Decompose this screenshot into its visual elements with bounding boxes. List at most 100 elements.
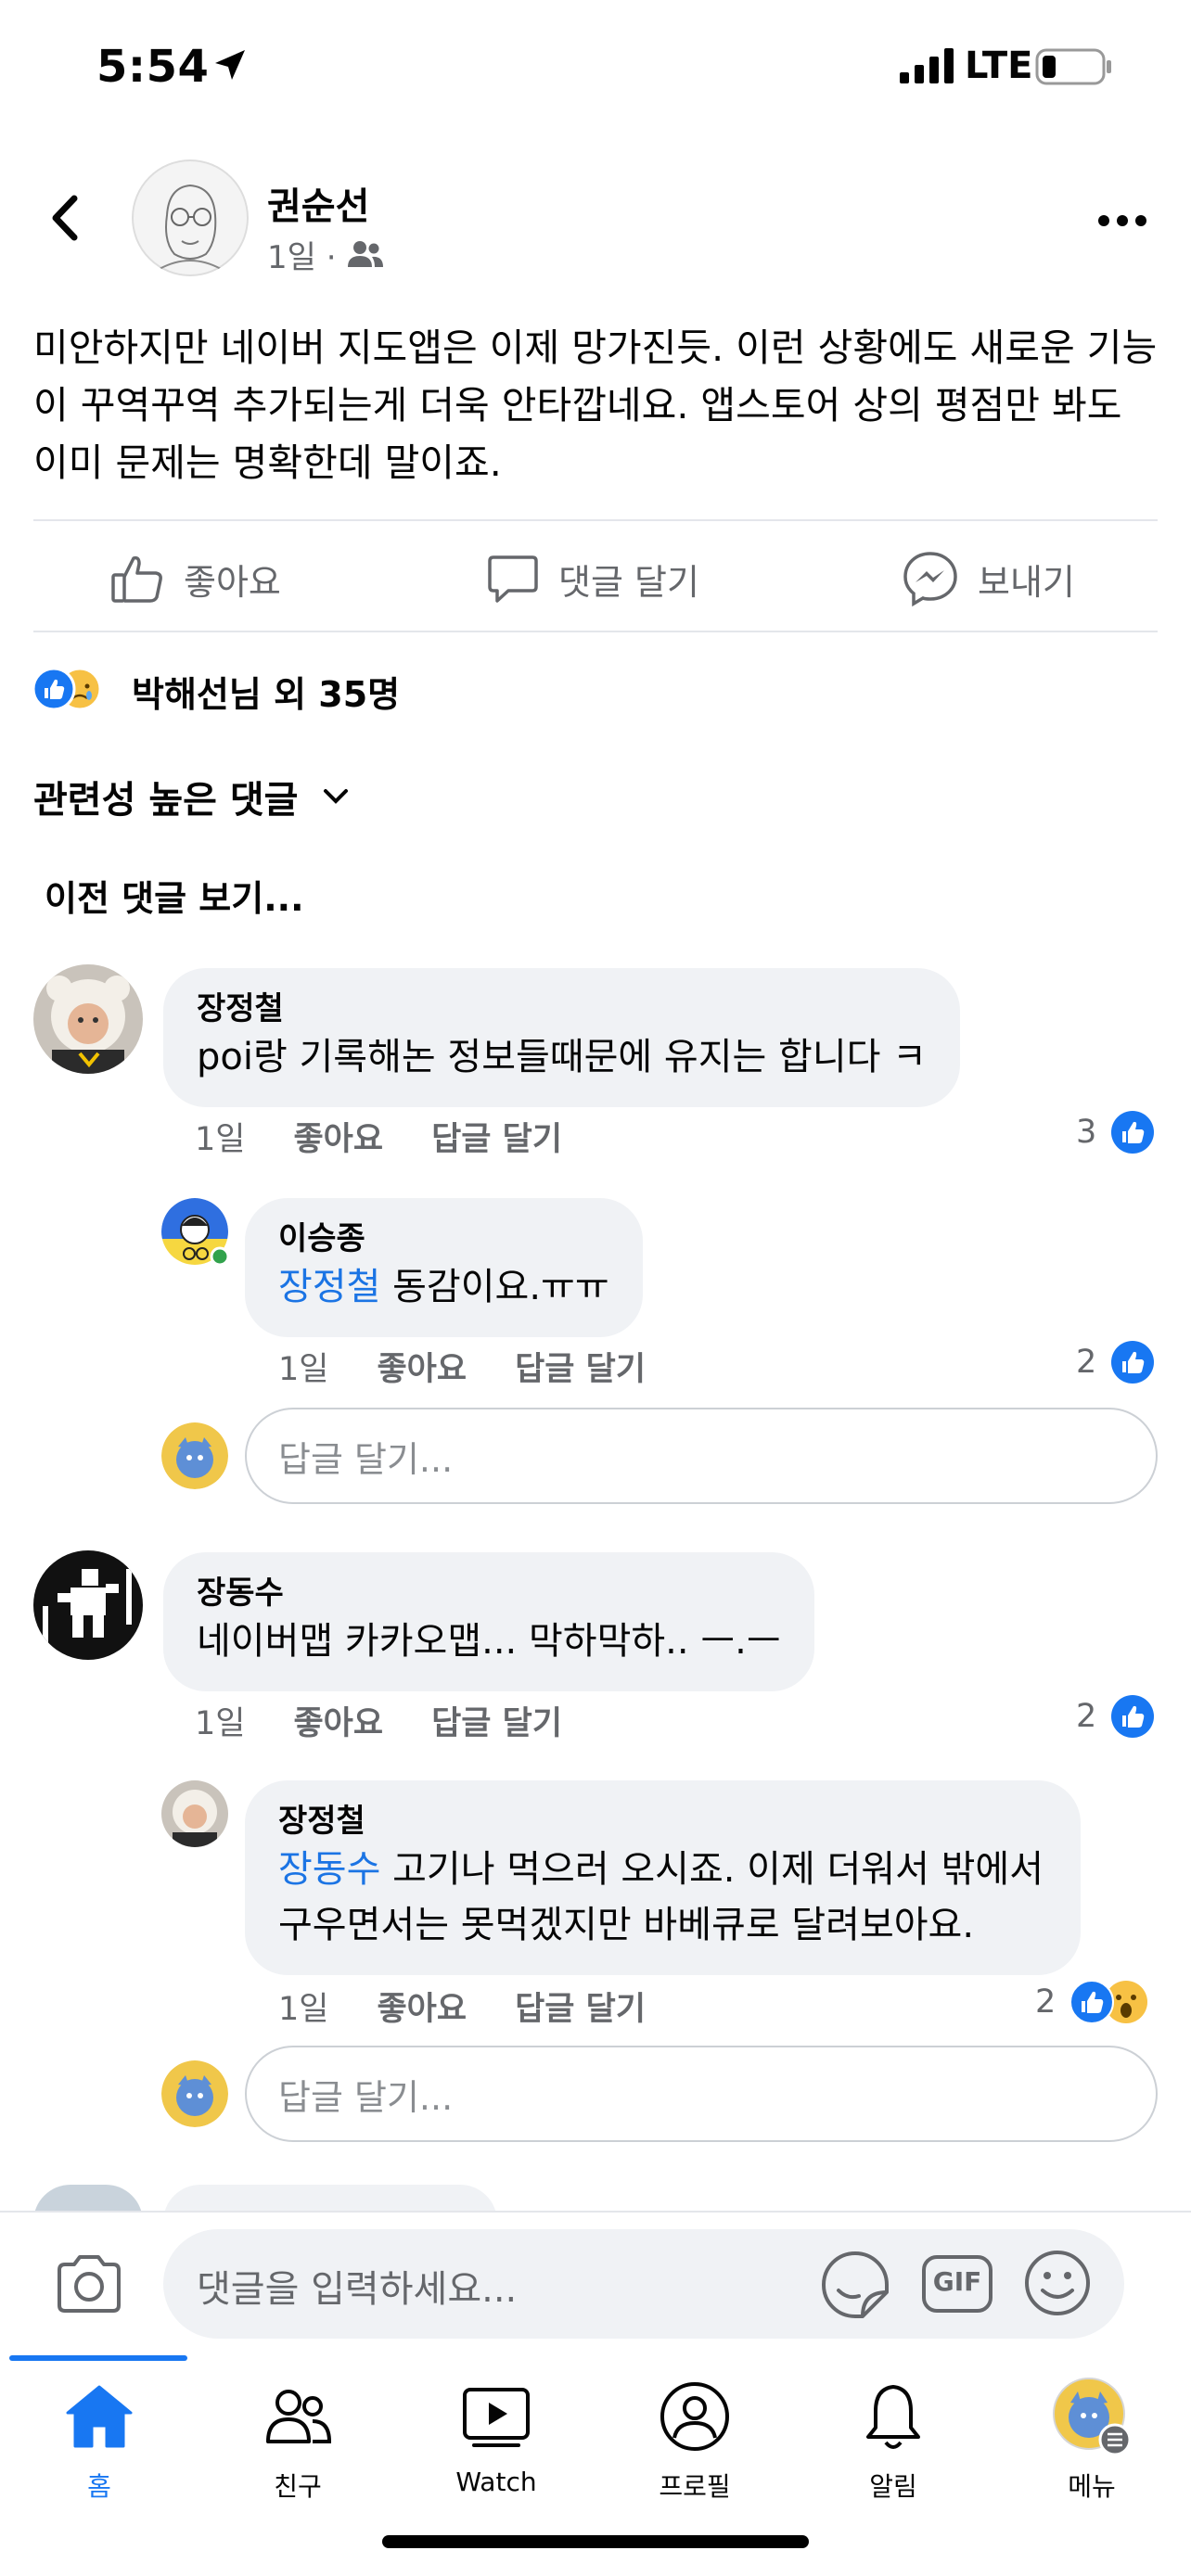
comment-like-link[interactable]: 좋아요 bbox=[377, 1983, 467, 2030]
gif-label: GIF bbox=[932, 2266, 982, 2297]
reaction-icons[interactable] bbox=[32, 666, 134, 712]
reaction-summary[interactable]: 박해선님 외 35명 bbox=[132, 666, 400, 717]
divider bbox=[33, 519, 1158, 521]
reply-input[interactable]: 답글 달기... bbox=[245, 1408, 1158, 1504]
comment-like-link[interactable]: 좋아요 bbox=[293, 1697, 383, 1744]
comment-age: 1일 bbox=[195, 1705, 246, 1742]
network-label: LTE bbox=[965, 45, 1033, 87]
send-label: 보내기 bbox=[978, 561, 1075, 603]
home-indicator bbox=[382, 2535, 809, 2548]
comment-bubble: 장동수 네이버맵 카카오맵... 막하막하.. ㅡ.ㅡ bbox=[163, 1552, 814, 1691]
commenter-avatar[interactable] bbox=[33, 1550, 143, 1660]
comment-like-link[interactable]: 좋아요 bbox=[293, 1113, 383, 1160]
commenter-avatar[interactable] bbox=[33, 964, 143, 1074]
signal-icon bbox=[900, 48, 954, 83]
comment-like-count[interactable]: 3 bbox=[1076, 1109, 1156, 1155]
blue-creature-avatar-icon bbox=[161, 1422, 228, 1489]
comment-reply-link[interactable]: 답글 달기 bbox=[431, 1113, 562, 1160]
my-avatar bbox=[161, 1422, 228, 1489]
tab-home[interactable]: 홈 bbox=[0, 2372, 198, 2504]
like-count-value: 3 bbox=[1076, 1114, 1097, 1151]
commenter-avatar[interactable] bbox=[161, 1780, 228, 1847]
camera-icon[interactable] bbox=[54, 2251, 124, 2316]
reply-placeholder: 답글 달기... bbox=[278, 1438, 454, 1480]
sticker-icon[interactable] bbox=[820, 2250, 890, 2320]
emoji-icon[interactable] bbox=[1022, 2248, 1093, 2318]
comment-text-line1: 고기나 먹으러 오시죠. 이제 더워서 밖에서 bbox=[380, 1848, 1044, 1891]
tab-label: 친구 bbox=[274, 2471, 322, 2502]
commenter-name[interactable]: 장정철 bbox=[197, 988, 927, 1029]
comment-like-count[interactable]: 2 bbox=[1035, 1979, 1152, 2025]
back-button[interactable] bbox=[37, 185, 93, 250]
comment-text-body: 동감이요.ㅠㅠ bbox=[380, 1266, 609, 1308]
mention-link[interactable]: 장동수 bbox=[278, 1848, 380, 1891]
comment-age: 1일 bbox=[278, 1351, 329, 1388]
like-count-value: 2 bbox=[1035, 1983, 1057, 2021]
like-reaction-icon bbox=[1111, 1341, 1155, 1384]
comment-label: 댓글 달기 bbox=[558, 561, 699, 603]
thumbs-up-icon bbox=[111, 555, 162, 603]
tab-label: 메뉴 bbox=[1068, 2471, 1116, 2502]
comment-placeholder: 댓글을 입력하세요... bbox=[197, 2268, 518, 2311]
gif-button[interactable]: GIF bbox=[920, 2251, 994, 2316]
comment-like-count[interactable]: 2 bbox=[1076, 1339, 1156, 1385]
view-previous-comments[interactable]: 이전 댓글 보기... bbox=[45, 870, 304, 921]
location-arrow-icon bbox=[215, 50, 245, 80]
tab-friends[interactable]: 친구 bbox=[198, 2372, 397, 2504]
friends-audience-icon bbox=[348, 241, 383, 267]
comment-reply-link[interactable]: 답글 달기 bbox=[431, 1697, 562, 1744]
comment-bubble: 이승종 장정철 동감이요.ㅠㅠ bbox=[245, 1198, 643, 1337]
tab-label: Watch bbox=[455, 2467, 537, 2497]
mention-link[interactable]: 장정철 bbox=[278, 1266, 380, 1308]
reply-input[interactable]: 답글 달기... bbox=[245, 2046, 1158, 2142]
sort-label: 관련성 높은 댓글 bbox=[33, 779, 299, 822]
profile-icon bbox=[660, 2382, 729, 2451]
comment-bubble-icon bbox=[488, 555, 538, 603]
comment-reply-link[interactable]: 답글 달기 bbox=[515, 1983, 646, 2030]
comment-sort-dropdown[interactable]: 관련성 높은 댓글 bbox=[33, 770, 350, 823]
reply-placeholder: 답글 달기... bbox=[278, 2076, 454, 2118]
comment-meta: 1일 좋아요 답글 달기 bbox=[278, 1983, 694, 2030]
send-button[interactable]: 보내기 bbox=[902, 542, 1075, 616]
post-age: 1일 bbox=[267, 239, 316, 276]
comment-text-line2: 구우면서는 못먹겠지만 바베큐로 달려보아요. bbox=[278, 1904, 975, 1946]
author-avatar[interactable] bbox=[132, 159, 249, 276]
tab-label: 프로필 bbox=[659, 2471, 731, 2502]
tab-notifications[interactable]: 알림 bbox=[794, 2372, 992, 2504]
commenter-name[interactable]: 장동수 bbox=[197, 1573, 781, 1613]
child-photo-icon bbox=[33, 964, 143, 1074]
comment-bubble: 장정철 장동수 고기나 먹으러 오시죠. 이제 더워서 밖에서 구우면서는 못먹… bbox=[245, 1780, 1082, 1975]
comment-text: poi랑 기록해논 정보들때문에 유지는 합니다 ㅋ bbox=[197, 1036, 927, 1078]
commenter-name[interactable]: 장정철 bbox=[278, 1801, 1044, 1842]
child-photo-icon bbox=[161, 1780, 228, 1847]
my-avatar bbox=[161, 2060, 228, 2127]
comment-like-link[interactable]: 좋아요 bbox=[377, 1343, 467, 1390]
like-label: 좋아요 bbox=[184, 561, 281, 603]
like-wow-reaction-icons bbox=[1069, 1980, 1148, 2024]
like-button[interactable]: 좋아요 bbox=[109, 542, 281, 616]
battery-icon bbox=[1035, 48, 1111, 85]
blue-creature-avatar-icon bbox=[161, 2060, 228, 2127]
comment-reply-link[interactable]: 답글 달기 bbox=[515, 1343, 646, 1390]
tab-watch[interactable]: Watch bbox=[397, 2372, 596, 2497]
tab-profile[interactable]: 프로필 bbox=[596, 2372, 794, 2504]
pixel-art-avatar-icon bbox=[33, 1550, 143, 1660]
post-body: 미안하지만 네이버 지도앱은 이제 망가진듯. 이런 상황에도 새로운 기능이 … bbox=[33, 325, 1158, 485]
like-reaction-icon bbox=[1111, 1695, 1155, 1738]
commenter-name[interactable]: 이승종 bbox=[278, 1218, 609, 1259]
author-name[interactable]: 권순선 bbox=[267, 176, 369, 230]
tab-menu[interactable]: 메뉴 bbox=[992, 2372, 1191, 2504]
comment-like-count[interactable]: 2 bbox=[1076, 1693, 1156, 1740]
portrait-sketch-icon bbox=[132, 159, 249, 276]
tab-label: 홈 bbox=[87, 2471, 111, 2502]
comment-text: 장동수 고기나 먹으러 오시죠. 이제 더워서 밖에서 bbox=[278, 1842, 1044, 1897]
comment-button[interactable]: 댓글 달기 bbox=[486, 542, 699, 616]
more-options-icon[interactable] bbox=[1095, 202, 1150, 239]
bell-icon bbox=[866, 2385, 920, 2449]
status-time: 5:54 bbox=[96, 41, 210, 93]
tab-label: 알림 bbox=[869, 2471, 917, 2502]
active-tab-indicator bbox=[9, 2355, 187, 2361]
comment-meta: 1일 좋아요 답글 달기 bbox=[195, 1113, 610, 1160]
comment-text: 장정철 동감이요.ㅠㅠ bbox=[278, 1259, 609, 1315]
watch-icon bbox=[463, 2388, 530, 2447]
